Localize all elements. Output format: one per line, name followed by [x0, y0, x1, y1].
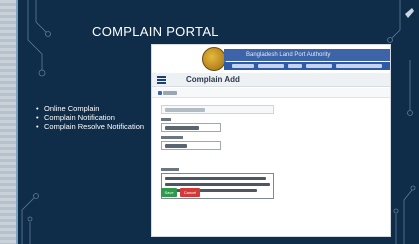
bullet-item: Complain Resolve Notification — [36, 122, 156, 131]
org-logo — [202, 47, 226, 71]
presentation-slide: COMPLAIN PORTAL Online Complain Complain… — [0, 0, 419, 244]
breadcrumb — [152, 88, 390, 98]
nav-bar — [224, 62, 390, 70]
nav-item[interactable] — [258, 64, 284, 68]
nav-item[interactable] — [288, 64, 302, 68]
left-decorative-strip — [0, 0, 18, 244]
nav-item[interactable] — [336, 64, 382, 68]
nav-item[interactable] — [232, 64, 254, 68]
home-icon[interactable] — [158, 91, 162, 95]
field-label — [161, 167, 179, 172]
bullet-item: Online Complain — [36, 104, 156, 113]
page-title: Complain Add — [186, 75, 240, 84]
cancel-button[interactable]: Cancel — [180, 188, 200, 197]
page-header: Complain Add — [152, 73, 390, 87]
nav-item[interactable] — [306, 64, 332, 68]
field-label — [161, 135, 183, 140]
date-field[interactable] — [161, 141, 221, 150]
menu-icon[interactable] — [157, 76, 166, 84]
save-button[interactable]: Save — [161, 188, 177, 197]
feature-list: Online Complain Complain Notification Co… — [36, 104, 156, 131]
pen-icon — [405, 8, 414, 18]
field-label — [161, 117, 171, 122]
complain-form-screenshot: Bangladesh Land Port Authority Complain … — [151, 44, 391, 237]
text-field[interactable] — [161, 123, 221, 132]
org-header: Bangladesh Land Port Authority — [224, 49, 390, 61]
description-textarea[interactable] — [161, 173, 274, 199]
breadcrumb-link[interactable] — [163, 91, 177, 95]
readonly-field — [161, 105, 274, 114]
slide-title: COMPLAIN PORTAL — [92, 24, 219, 39]
bullet-item: Complain Notification — [36, 113, 156, 122]
